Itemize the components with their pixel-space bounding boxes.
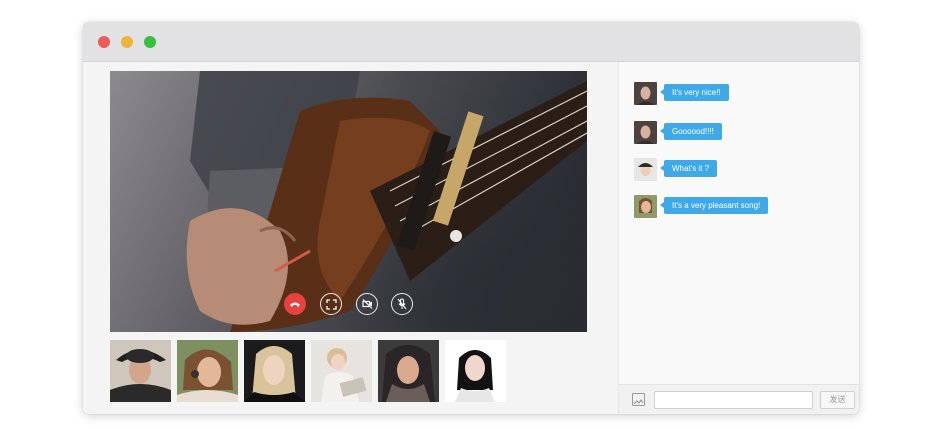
avatar	[177, 340, 238, 402]
participant-thumbnail[interactable]	[311, 340, 372, 402]
main-video[interactable]	[110, 71, 587, 332]
chat-input-bar: 发送	[619, 384, 859, 414]
avatar	[634, 121, 657, 144]
avatar	[110, 340, 171, 402]
fullscreen-button[interactable]	[320, 293, 342, 315]
title-bar	[83, 22, 859, 62]
avatar	[634, 158, 657, 181]
minimize-window-button[interactable]	[121, 36, 133, 48]
mic-off-icon	[397, 298, 407, 310]
video-off-icon	[361, 299, 372, 309]
message-input[interactable]	[654, 391, 813, 409]
participant-thumbnail[interactable]	[177, 340, 238, 402]
message-bubble: What's it ?	[659, 160, 718, 177]
message-bubble: Goooood!!!!	[660, 123, 722, 140]
chat-window: It's very nice!! Goooood!!!! What's it ?…	[83, 22, 859, 414]
avatar	[445, 340, 506, 402]
participant-thumbnail[interactable]	[445, 340, 506, 402]
close-window-button[interactable]	[98, 36, 110, 48]
participant-thumbnail[interactable]	[244, 340, 305, 402]
avatar	[244, 340, 305, 402]
guitar-scene-image	[186, 71, 587, 332]
hangup-button[interactable]	[284, 293, 306, 315]
message-bubble: It's a very pleasant song!	[659, 197, 769, 214]
participant-thumbnail[interactable]	[378, 340, 439, 402]
avatar	[634, 82, 657, 105]
avatar	[634, 195, 657, 218]
image-icon	[633, 399, 644, 405]
image-upload-button[interactable]	[632, 393, 645, 406]
participant-thumbnail[interactable]	[110, 340, 171, 402]
camera-off-button[interactable]	[356, 293, 378, 315]
avatar	[378, 340, 439, 402]
mic-off-button[interactable]	[391, 293, 413, 315]
chat-pane: It's very nice!! Goooood!!!! What's it ?…	[618, 62, 859, 414]
video-call-pane	[83, 62, 618, 414]
send-button[interactable]: 发送	[820, 391, 855, 409]
avatar	[311, 340, 372, 402]
phone-hangup-icon	[290, 302, 300, 307]
zoom-window-button[interactable]	[144, 36, 156, 48]
fullscreen-icon	[325, 298, 337, 310]
message-bubble: It's very nice!!	[660, 84, 729, 101]
